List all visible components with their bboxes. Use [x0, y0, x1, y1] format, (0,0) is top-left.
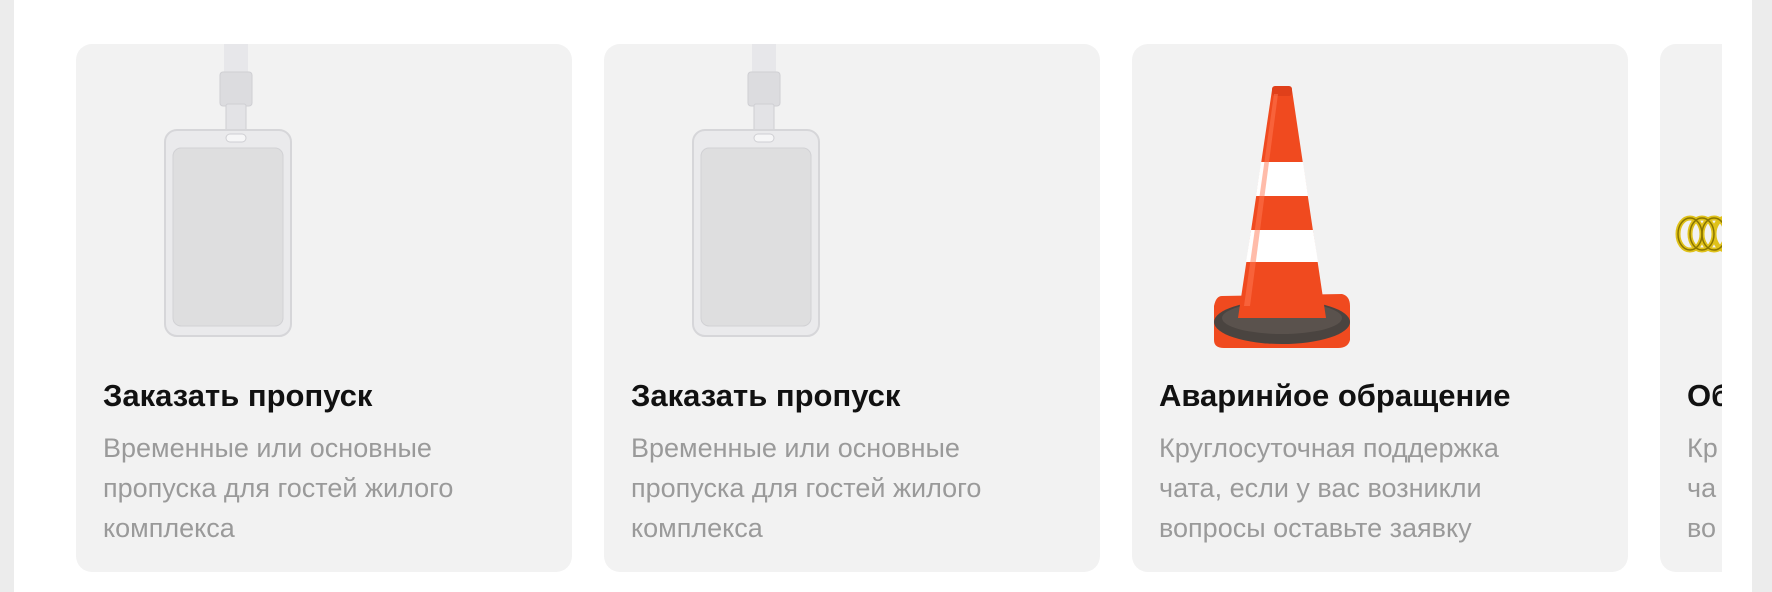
card-description: Кр ча во — [1687, 433, 1718, 543]
coiled-cable-icon — [1675, 215, 1722, 253]
card-description: Временные или основные пропуска для гост… — [631, 433, 982, 543]
card-title: Аваринйое обращение — [1159, 378, 1511, 413]
service-card-order-pass[interactable]: Заказать пропуск Временные или основные … — [76, 44, 572, 572]
service-card-partial[interactable]: Об Кр ча во — [1660, 44, 1722, 572]
page: Заказать пропуск Временные или основные … — [14, 0, 1752, 592]
badge-holder-icon — [164, 44, 292, 337]
card-description: Круглосуточная поддержка чата, если у ва… — [1159, 433, 1499, 543]
service-card-emergency-request[interactable]: Аваринйое обращение Круглосуточная подде… — [1132, 44, 1628, 572]
services-carousel[interactable]: Заказать пропуск Временные или основные … — [76, 44, 1722, 572]
service-card-order-pass-2[interactable]: Заказать пропуск Временные или основные … — [604, 44, 1100, 572]
card-title: Об — [1687, 378, 1722, 413]
card-title: Заказать пропуск — [103, 378, 373, 413]
card-title: Заказать пропуск — [631, 378, 901, 413]
card-description: Временные или основные пропуска для гост… — [103, 433, 454, 543]
traffic-cone-icon — [1214, 86, 1350, 348]
badge-holder-icon — [692, 44, 820, 337]
